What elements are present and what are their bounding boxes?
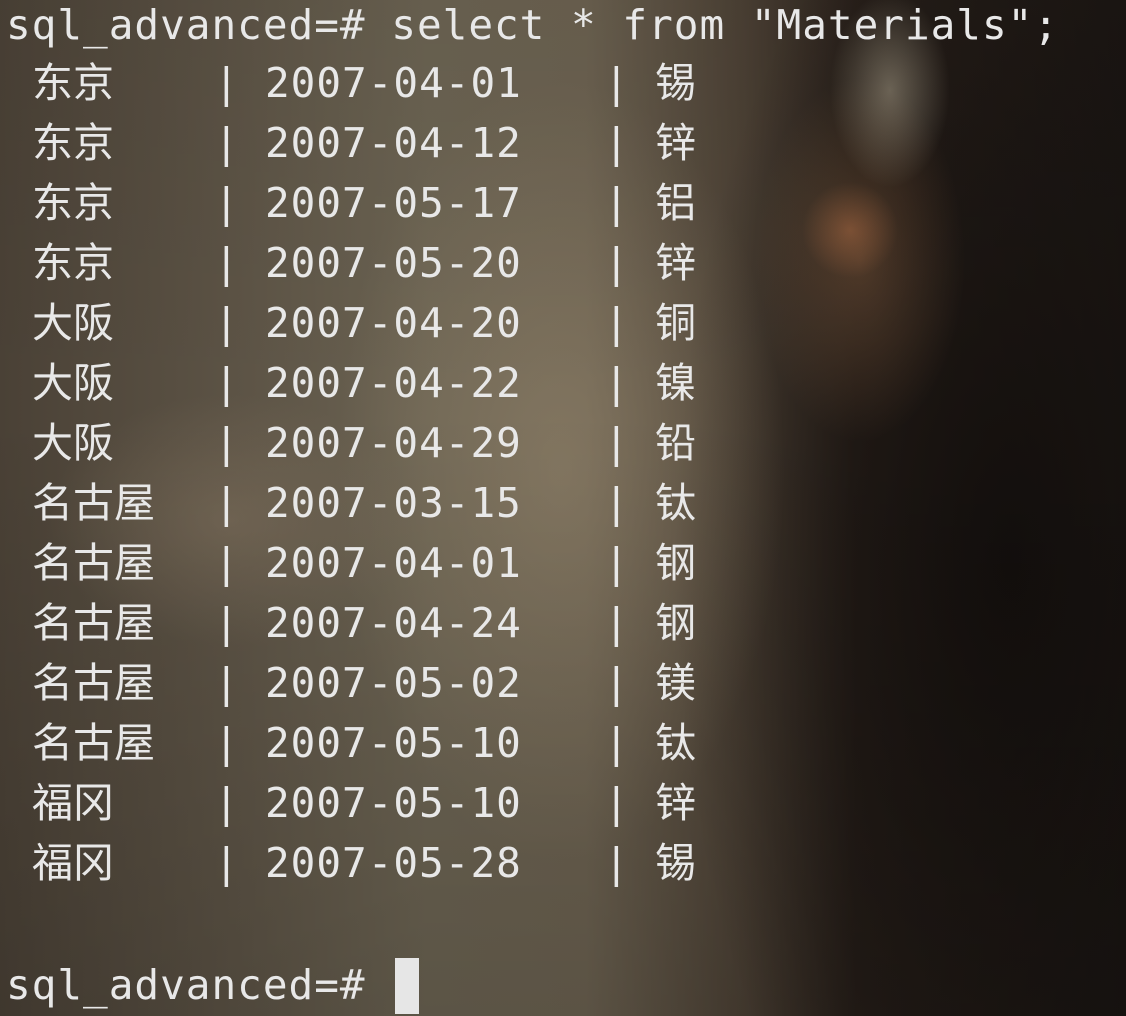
date-cell: 2007-03-15: [265, 479, 522, 527]
material-cell: 锡: [655, 59, 696, 107]
material-cell: 铅: [655, 419, 696, 467]
city-cell: 福冈: [32, 779, 114, 827]
material-cell: 铜: [655, 299, 696, 347]
date-cell: 2007-05-02: [265, 659, 522, 707]
column-separator: |: [214, 119, 239, 167]
date-cell: 2007-04-22: [265, 359, 522, 407]
command-line: sql_advanced=# select * from "Materials"…: [6, 0, 1059, 50]
column-separator: |: [604, 839, 629, 887]
city-cell: 东京: [32, 59, 114, 107]
column-separator: |: [214, 839, 239, 887]
city-cell: 名古屋: [32, 659, 155, 707]
column-separator: |: [604, 359, 629, 407]
prompt: sql_advanced=#: [6, 1, 366, 49]
material-cell: 镍: [655, 359, 696, 407]
column-separator: |: [214, 599, 239, 647]
date-cell: 2007-04-29: [265, 419, 522, 467]
column-separator: |: [214, 719, 239, 767]
date-cell: 2007-04-01: [265, 59, 522, 107]
table-row: 名古屋 | 2007-05-02 | 镁: [0, 658, 760, 708]
city-cell: 名古屋: [32, 599, 155, 647]
command-text: select * from "Materials";: [365, 1, 1060, 49]
material-cell: 钛: [655, 719, 696, 767]
column-separator: |: [604, 59, 629, 107]
city-cell: 东京: [32, 119, 114, 167]
city-cell: 东京: [32, 239, 114, 287]
column-separator: |: [214, 419, 239, 467]
column-separator: |: [214, 539, 239, 587]
date-cell: 2007-05-28: [265, 839, 522, 887]
table-row: 名古屋 | 2007-03-15 | 钛: [0, 478, 760, 528]
city-cell: 大阪: [32, 359, 114, 407]
column-separator: |: [214, 179, 239, 227]
table-row: 东京 | 2007-04-01 | 锡: [0, 58, 760, 108]
text-cursor[interactable]: [395, 958, 419, 1014]
date-cell: 2007-05-10: [265, 779, 522, 827]
date-cell: 2007-05-10: [265, 719, 522, 767]
material-cell: 钛: [655, 479, 696, 527]
second-prompt-line: sql_advanced=#: [6, 960, 366, 1010]
city-cell: 名古屋: [32, 719, 155, 767]
table-row: 东京 | 2007-05-20 | 锌: [0, 238, 760, 288]
table-row: 东京 | 2007-05-17 | 铝: [0, 178, 760, 228]
city-cell: 福冈: [32, 839, 114, 887]
city-cell: 名古屋: [32, 539, 155, 587]
column-separator: |: [604, 179, 629, 227]
table-row: 名古屋 | 2007-05-10 | 钛: [0, 718, 760, 768]
material-cell: 镁: [655, 659, 696, 707]
column-separator: |: [604, 299, 629, 347]
column-separator: |: [214, 479, 239, 527]
material-cell: 锌: [655, 779, 696, 827]
table-row: 东京 | 2007-04-12 | 锌: [0, 118, 760, 168]
date-cell: 2007-04-24: [265, 599, 522, 647]
material-cell: 铝: [655, 179, 696, 227]
city-cell: 大阪: [32, 299, 114, 347]
date-cell: 2007-04-12: [265, 119, 522, 167]
table-row: 大阪 | 2007-04-20 | 铜: [0, 298, 760, 348]
column-separator: |: [604, 119, 629, 167]
column-separator: |: [604, 659, 629, 707]
table-row: 名古屋 | 2007-04-24 | 钢: [0, 598, 760, 648]
date-cell: 2007-05-17: [265, 179, 522, 227]
table-row: 大阪 | 2007-04-29 | 铅: [0, 418, 760, 468]
column-separator: |: [214, 239, 239, 287]
column-separator: |: [604, 779, 629, 827]
city-cell: 大阪: [32, 419, 114, 467]
date-cell: 2007-04-01: [265, 539, 522, 587]
table-row: 福冈 | 2007-05-28 | 锡: [0, 838, 760, 888]
city-cell: 东京: [32, 179, 114, 227]
material-cell: 锌: [655, 239, 696, 287]
column-separator: |: [604, 719, 629, 767]
table-row: 福冈 | 2007-05-10 | 锌: [0, 778, 760, 828]
column-separator: |: [604, 239, 629, 287]
terminal-window[interactable]: sql_advanced=# select * from "Materials"…: [0, 0, 1126, 1016]
column-separator: |: [604, 539, 629, 587]
date-cell: 2007-05-20: [265, 239, 522, 287]
city-cell: 名古屋: [32, 479, 155, 527]
table-row: 大阪 | 2007-04-22 | 镍: [0, 358, 760, 408]
table-row: 名古屋 | 2007-04-01 | 钢: [0, 538, 760, 588]
column-separator: |: [604, 419, 629, 467]
prompt: sql_advanced=#: [6, 961, 366, 1009]
material-cell: 锡: [655, 839, 696, 887]
material-cell: 钢: [655, 599, 696, 647]
date-cell: 2007-04-20: [265, 299, 522, 347]
column-separator: |: [214, 779, 239, 827]
column-separator: |: [604, 599, 629, 647]
column-separator: |: [214, 659, 239, 707]
column-separator: |: [214, 359, 239, 407]
column-separator: |: [214, 59, 239, 107]
column-separator: |: [604, 479, 629, 527]
material-cell: 钢: [655, 539, 696, 587]
column-separator: |: [214, 299, 239, 347]
material-cell: 锌: [655, 119, 696, 167]
